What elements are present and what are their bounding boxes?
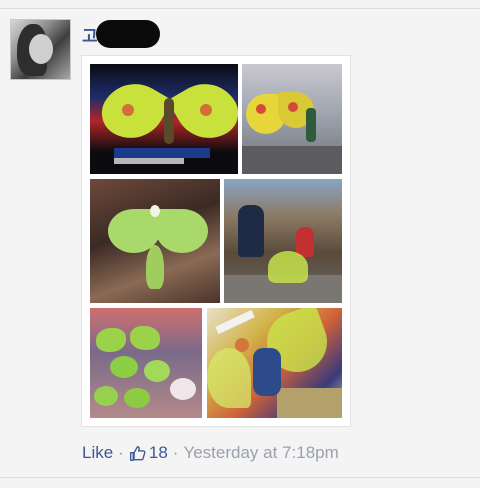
collage-tile-moth [90,179,220,303]
separator: · [118,443,124,462]
collage-tile-hikers [224,179,342,303]
name-redaction-mark [95,20,160,48]
collage-tile-cartoon [90,308,202,418]
top-divider [0,8,480,9]
separator: · [172,443,179,462]
author-name[interactable]: 고 [82,20,160,48]
collage-tile-dancers [207,308,342,418]
collage-tile-street [242,64,342,174]
author-avatar[interactable] [10,19,71,80]
thumbs-up-icon[interactable] [129,445,146,462]
post-photo[interactable] [82,56,350,426]
bottom-divider [0,477,480,478]
post-actions: Like · 18 · Yesterday at 7:18pm [82,443,339,463]
post-timestamp[interactable]: Yesterday at 7:18pm [183,443,338,463]
collage-tile-broadcast [90,64,238,174]
like-button[interactable]: Like [82,443,113,463]
photo-collage [90,64,342,418]
like-count[interactable]: 18 [149,443,168,463]
